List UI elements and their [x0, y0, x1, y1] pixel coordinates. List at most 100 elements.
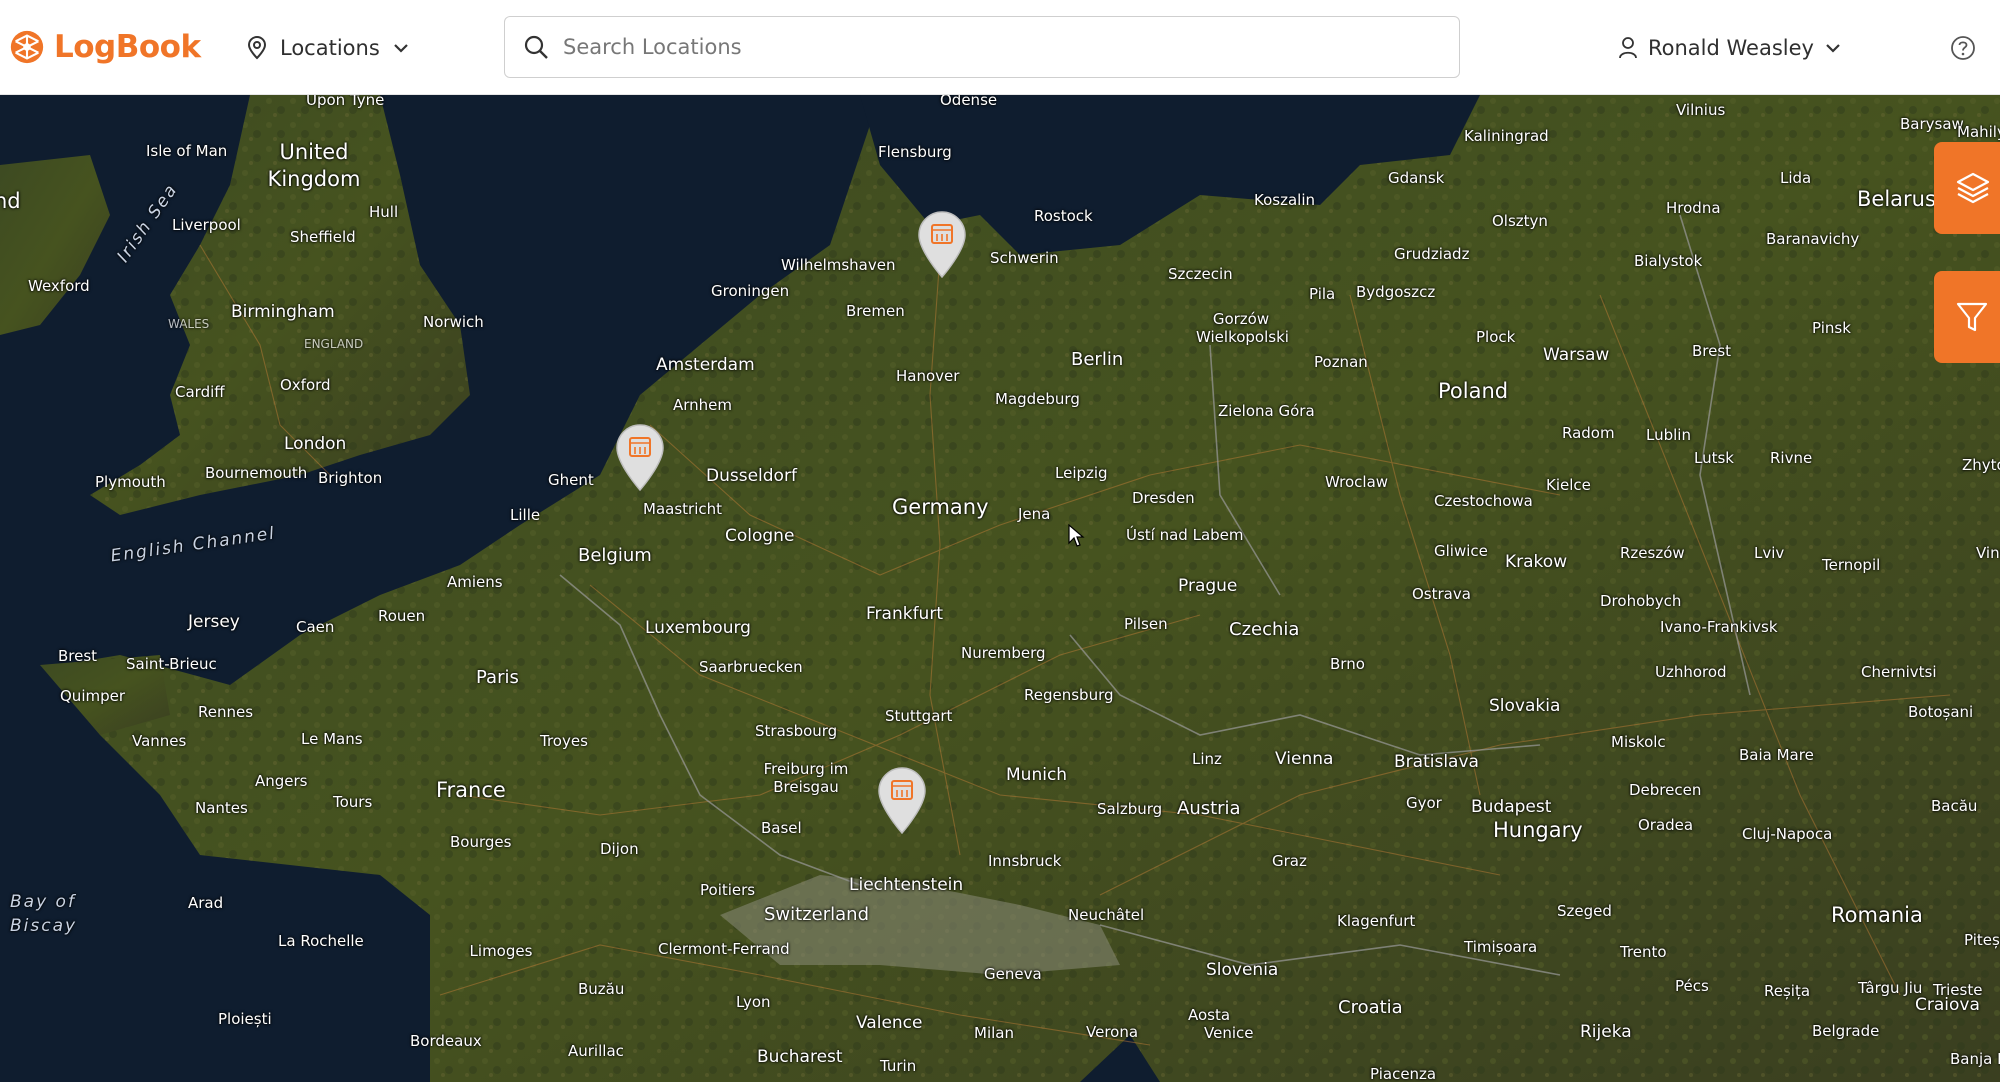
city-label: Ploiești: [218, 1010, 272, 1028]
city-label: Mahilyow: [1957, 123, 2000, 141]
country-label: Austria: [1177, 798, 1241, 819]
country-label: Germany: [892, 495, 989, 519]
city-label: Cologne: [725, 526, 795, 546]
country-label: Slovenia: [1206, 960, 1279, 980]
city-label: Bremen: [846, 302, 905, 320]
city-label: Nuremberg: [961, 644, 1046, 662]
filter-button[interactable]: [1934, 271, 2000, 363]
app-logo[interactable]: LogBook: [8, 26, 201, 68]
locations-dropdown[interactable]: Locations: [246, 30, 410, 66]
city-label: Dijon: [600, 840, 639, 858]
city-label: Aurillac: [568, 1042, 624, 1060]
city-label: Szczecin: [1168, 265, 1233, 283]
help-circle-icon[interactable]: [1950, 35, 1976, 61]
city-label: Debrecen: [1629, 781, 1702, 799]
search-bar[interactable]: [504, 16, 1460, 78]
user-icon: [1619, 37, 1637, 59]
city-label: Regensburg: [1024, 686, 1114, 704]
city-label: Rostock: [1034, 207, 1093, 225]
city-label: Barysaw: [1900, 115, 1964, 133]
city-label: Lviv: [1754, 544, 1785, 562]
city-label: Graz: [1272, 852, 1307, 870]
city-label: Rivne: [1770, 449, 1813, 467]
city-label: Grudziadz: [1394, 245, 1470, 263]
city-label: Vilnius: [1676, 101, 1726, 119]
city-label: WALES: [168, 317, 210, 331]
city-label: Verona: [1086, 1023, 1139, 1041]
city-label: Liverpool: [172, 216, 241, 234]
city-label: Lille: [510, 506, 541, 524]
city-label: Gyor: [1406, 794, 1442, 812]
country-label: Belgium: [578, 545, 652, 566]
city-label: Lublin: [1646, 426, 1691, 444]
city-label: Pila: [1309, 285, 1336, 303]
city-label: Quimper: [60, 687, 126, 705]
city-label: Schwerin: [990, 249, 1059, 267]
city-label: Hrodna: [1666, 199, 1721, 217]
city-label: Turin: [880, 1057, 917, 1075]
capital-label: Prague: [1178, 576, 1238, 596]
city-label: Arad: [188, 894, 224, 912]
city-label: Upon Tyne: [306, 95, 385, 109]
country-label: Croatia: [1338, 997, 1403, 1018]
city-label: Linz: [1192, 750, 1222, 768]
city-label: Clermont-Ferrand: [658, 940, 790, 958]
city-label: Vannes: [132, 732, 187, 750]
city-label: Wilhelmshaven: [781, 256, 896, 274]
city-label: Ostrava: [1412, 585, 1471, 603]
city-label: Gorzów Wielkopolski: [1196, 310, 1289, 346]
search-input[interactable]: [563, 35, 1423, 59]
city-label: Neuchâtel: [1068, 906, 1145, 924]
city-label: Salzburg: [1097, 800, 1163, 818]
country-label: Romania: [1831, 903, 1923, 927]
city-label: Bordeaux: [410, 1032, 482, 1050]
city-label: Saint-Brieuc: [126, 655, 217, 673]
city-label: Rouen: [378, 607, 426, 625]
city-label: Brighton: [318, 469, 383, 487]
city-label: Baia Mare: [1739, 746, 1814, 764]
city-label: Odense: [940, 95, 998, 109]
city-label: Zielona Góra: [1218, 402, 1315, 420]
city-label: Craiova: [1915, 995, 1980, 1015]
city-label: Geneva: [984, 965, 1042, 983]
city-label: Banja Luka: [1950, 1050, 2000, 1068]
capital-label: Vienna: [1275, 749, 1334, 769]
city-label: Venice: [1204, 1024, 1254, 1042]
filter-icon: [1956, 302, 1988, 332]
city-label: Maastricht: [643, 500, 722, 518]
city-label: Pinsk: [1812, 319, 1851, 337]
city-label: Aosta: [1188, 1006, 1231, 1024]
city-label: Rennes: [198, 703, 254, 721]
city-label: Baranavichy: [1766, 230, 1860, 248]
map-pin-icon: [247, 36, 267, 60]
city-label: Lyon: [736, 993, 771, 1011]
city-label: Cardiff: [175, 383, 225, 401]
user-menu[interactable]: Ronald Weasley: [1618, 30, 1842, 66]
city-label: Bourges: [450, 833, 512, 851]
city-label: Bydgoszcz: [1356, 283, 1436, 301]
city-label: Amiens: [447, 573, 503, 591]
layers-button[interactable]: [1934, 142, 2000, 234]
city-label: Bratislava: [1394, 752, 1479, 772]
country-label: Liechtenstein: [849, 875, 964, 895]
city-label: Nantes: [195, 799, 248, 817]
city-label: Innsbruck: [988, 852, 1062, 870]
locations-dropdown-label: Locations: [280, 36, 380, 60]
city-label: Pilsen: [1124, 615, 1168, 633]
city-label: Radom: [1562, 424, 1615, 442]
map-view[interactable]: Irish Sea English Channel Bay of Biscay …: [0, 95, 2000, 1082]
location-pin[interactable]: [614, 424, 666, 492]
city-label: Ústí nad Labem: [1126, 526, 1244, 544]
search-icon: [524, 35, 548, 59]
city-label: Bialystok: [1634, 252, 1703, 270]
city-label: Kielce: [1546, 476, 1591, 494]
city-label: La Rochelle: [278, 932, 364, 950]
city-label: Magdeburg: [995, 390, 1080, 408]
city-label: Jersey: [188, 612, 240, 632]
location-pin[interactable]: [876, 767, 928, 835]
location-pin[interactable]: [916, 211, 968, 279]
city-label: Trento: [1620, 943, 1667, 961]
city-label: Piacenza: [1370, 1065, 1437, 1082]
city-label: Birmingham: [231, 302, 335, 322]
country-label: Hungary: [1493, 818, 1583, 842]
